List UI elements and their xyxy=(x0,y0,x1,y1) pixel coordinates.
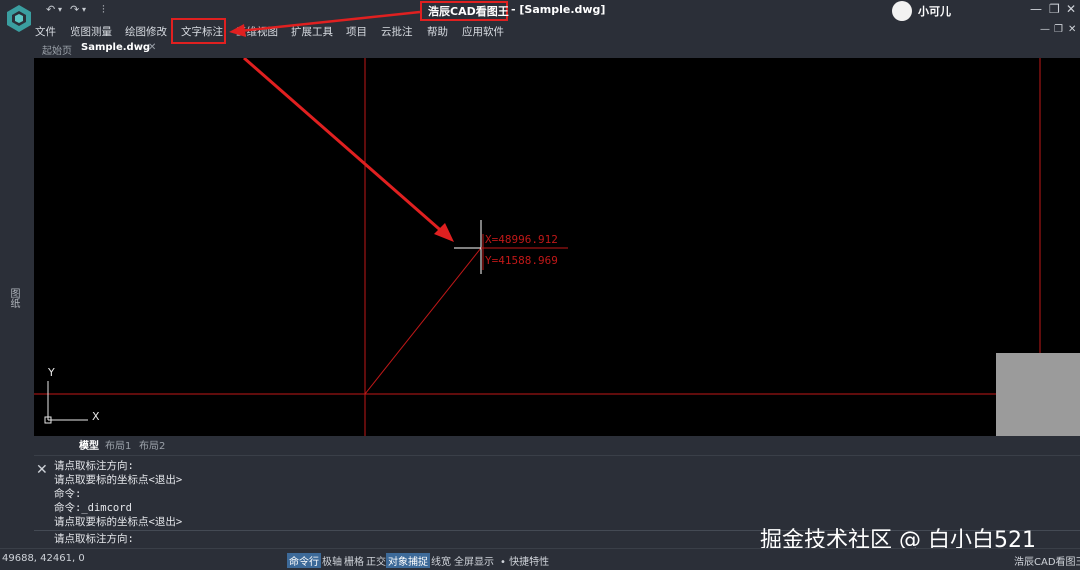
quick-properties-toggle[interactable]: • 快捷特性 xyxy=(500,553,549,568)
doc-close-icon[interactable]: ✕ xyxy=(1068,24,1076,35)
menu-extensions[interactable]: 扩展工具 xyxy=(291,24,333,39)
ucs-x-label: X xyxy=(92,410,100,423)
status-bar: 49688, 42461, 0 命令行 极轴 栅格 正交 对象捕捉 线宽 全屏显… xyxy=(0,548,1080,570)
user-avatar[interactable] xyxy=(892,1,912,21)
drawings-panel-label[interactable]: 图纸 xyxy=(6,288,21,308)
tab-home[interactable]: 起始页 xyxy=(42,42,72,57)
toggle-grid[interactable]: 栅格 xyxy=(344,553,364,568)
coord-x-label: X=48996.912 xyxy=(485,233,558,246)
doc-restore-icon[interactable]: ❐ xyxy=(1054,24,1063,35)
close-icon[interactable]: ✕ xyxy=(1066,2,1076,16)
annotation-arrow-line xyxy=(243,58,447,237)
toggle-lineweight[interactable]: 线宽 xyxy=(431,553,451,568)
redo-dropdown-icon[interactable]: ▾ xyxy=(82,5,86,14)
command-history-line: 请点取要标的坐标点<退出> xyxy=(54,474,183,486)
menu-apps[interactable]: 应用软件 xyxy=(462,24,504,39)
menu-draw-modify[interactable]: 绘图修改 xyxy=(125,24,167,39)
document-tab-bar: 起始页 Sample.dwg ✕ xyxy=(34,41,1080,58)
tab-close-icon[interactable]: ✕ xyxy=(148,42,156,53)
ucs-y-label: Y xyxy=(48,366,55,379)
menu-bar: 文件 览图测量 绘图修改 文字标注 三维视图 扩展工具 项目 云批注 帮助 应用… xyxy=(0,22,1080,40)
maximize-icon[interactable]: ❐ xyxy=(1049,2,1060,16)
menu-3d-view[interactable]: 三维视图 xyxy=(236,24,278,39)
tab-layout2[interactable]: 布局2 xyxy=(139,437,165,452)
doc-minimize-icon[interactable]: — xyxy=(1040,24,1050,35)
menu-file[interactable]: 文件 xyxy=(35,24,56,39)
redo-icon[interactable]: ↷ xyxy=(70,3,79,16)
document-title: - [Sample.dwg] xyxy=(511,3,606,16)
drawing-canvas[interactable]: X=48996.912 Y=41588.969 Y X xyxy=(34,58,1080,436)
command-history-line: 命令:_dimcord xyxy=(54,502,132,514)
title-bar: ↶ ▾ ↷ ▾ ⫶ 浩辰CAD看图王 - [Sample.dwg] 小可儿 — … xyxy=(0,0,1080,32)
command-history-line: 请点取要标的坐标点<退出> xyxy=(54,516,183,528)
command-history-line: 命令: xyxy=(54,488,82,500)
tab-layout1[interactable]: 布局1 xyxy=(105,437,131,452)
status-app-name: 浩辰CAD看图王 xyxy=(1014,557,1080,568)
command-history-line: 请点取标注方向: xyxy=(54,460,134,472)
toggle-polar[interactable]: 极轴 xyxy=(322,553,342,568)
undo-dropdown-icon[interactable]: ▾ xyxy=(58,5,62,14)
coord-y-label: Y=41588.969 xyxy=(485,254,558,267)
minimize-icon[interactable]: — xyxy=(1030,2,1042,16)
toggle-command-line[interactable]: 命令行 xyxy=(287,553,321,568)
undo-icon[interactable]: ↶ xyxy=(46,3,55,16)
customize-toolbar-icon[interactable]: ⫶ xyxy=(102,3,105,17)
grey-panel-block xyxy=(996,353,1080,436)
command-prompt-input[interactable]: 请点取标注方向: xyxy=(54,531,134,546)
command-close-icon[interactable]: ✕ xyxy=(36,462,48,478)
menu-help[interactable]: 帮助 xyxy=(427,24,448,39)
toggle-object-snap[interactable]: 对象捕捉 xyxy=(386,553,430,568)
drawing-svg xyxy=(34,58,1041,436)
tab-model[interactable]: 模型 xyxy=(79,437,99,452)
tab-sample-dwg[interactable]: Sample.dwg xyxy=(81,42,150,53)
cursor-coordinates: 49688, 42461, 0 xyxy=(2,553,85,564)
menu-project[interactable]: 项目 xyxy=(346,24,367,39)
toggle-fullscreen[interactable]: 全屏显示 xyxy=(454,553,494,568)
left-side-panel: 图纸 xyxy=(0,40,24,455)
toggle-ortho[interactable]: 正交 xyxy=(366,553,386,568)
app-title: 浩辰CAD看图王 xyxy=(428,5,509,18)
user-name[interactable]: 小可儿 xyxy=(918,3,951,19)
menu-view-measure[interactable]: 览图测量 xyxy=(70,24,112,39)
layout-tab-bar: 模型 布局1 布局2 xyxy=(34,436,1080,452)
menu-cloud-annotate[interactable]: 云批注 xyxy=(381,24,413,39)
diagonal-line xyxy=(364,247,482,395)
